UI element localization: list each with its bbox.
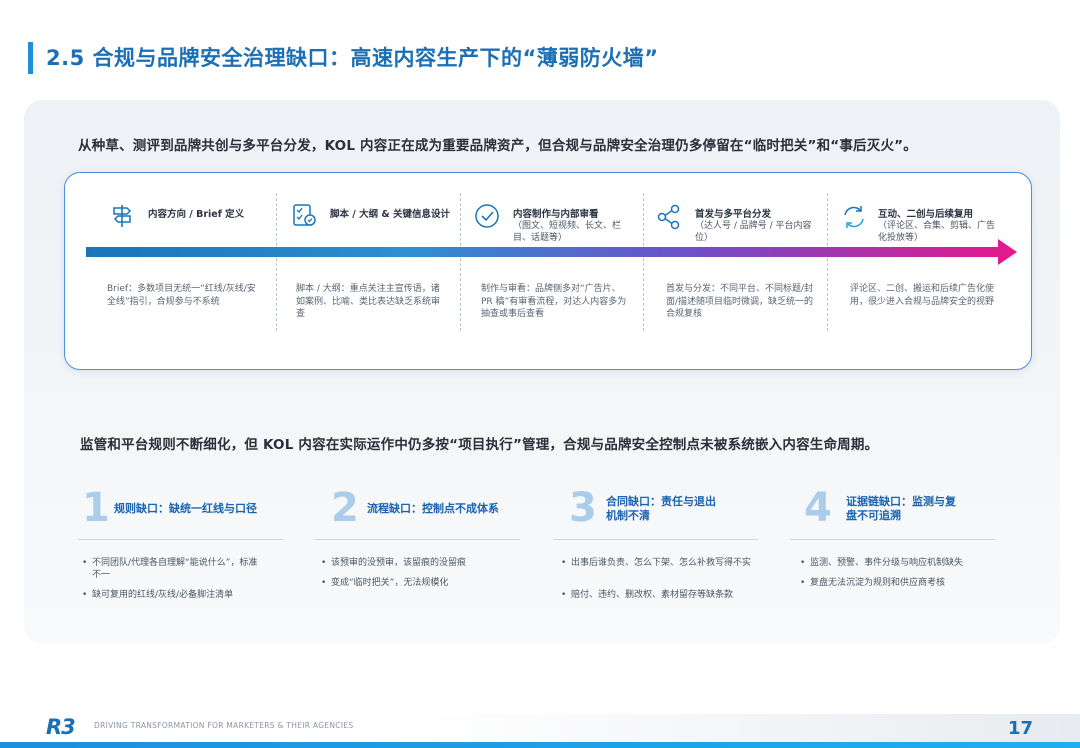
gap-1-item-1-text: 不同团队/代理各自理解“能说什么”，标准不一: [92, 558, 258, 580]
stage-2-title: 脚本 / 大纲 & 关键信息设计: [330, 209, 450, 220]
gap-1-number: 1: [82, 485, 110, 531]
gap-3-number: 3: [569, 485, 597, 531]
stage-1-desc: Brief：多数项目无统一“红线/灰线/安全线”指引，合规参与不系统: [107, 284, 256, 307]
gap-2-item-1-text: 该预审的没预审，该留痕的没留痕: [331, 558, 467, 568]
gap-3-item-2-text: 赔付、违约、删改权、素材留存等缺条款: [571, 590, 734, 600]
signpost-icon: [108, 201, 136, 233]
title-accent-bar: [28, 42, 33, 74]
check-circle-icon: [474, 203, 502, 235]
gap-2-number: 2: [331, 485, 359, 531]
stage-4-desc: 首发与分发：不同平台、不同标题/封面/描述随项目临时微调，缺乏统一的合规复核: [666, 284, 814, 319]
checklist-icon: [290, 201, 318, 233]
footer-band: [420, 714, 1080, 742]
stage-3-desc: 制作与审看：品牌侧多对“广告片、PR 稿”有审看流程，对达人内容多为抽查或事后查…: [481, 284, 627, 319]
stage-5-desc: 评论区、二创、搬运和后续广告化使用，很少进入合规与品牌安全的视野: [850, 284, 995, 307]
lead-statement: 从种草、测评到品牌共创与多平台分发，KOL 内容正在成为重要品牌资产，但合规与品…: [78, 138, 917, 154]
footer-accent-line: [0, 742, 1080, 748]
stage-1-title: 内容方向 / Brief 定义: [148, 209, 245, 220]
gap-4-number: 4: [804, 485, 832, 531]
gap-3-item-1-text: 出事后谁负责、怎么下架、怎么补救写得不实: [571, 558, 752, 568]
lifecycle-flow-card: [64, 172, 1032, 370]
gap-3-item-1: • 出事后谁负责、怎么下架、怎么补救写得不实: [561, 558, 752, 568]
gap-1-divider: [78, 539, 283, 540]
gap-2-title: 流程缺口：控制点不成体系: [367, 502, 499, 515]
gap-4-title: 证据链缺口：监测与复盘不可追溯: [846, 495, 956, 522]
gap-4-item-2-text: 复盘无法沉淀为规则和供应商考核: [810, 578, 946, 588]
gap-3-item-2: • 赔付、违约、删改权、素材留存等缺条款: [561, 590, 734, 600]
gap-4-item-1: • 监测、预警、事件分级与响应机制缺失: [800, 558, 964, 568]
page-title: 2.5 合规与品牌安全治理缺口：高速内容生产下的“薄弱防火墙”: [46, 46, 659, 70]
brand-logo: R3: [46, 715, 76, 739]
refresh-icon: [840, 203, 868, 235]
gap-2-divider: [315, 539, 520, 540]
footer-tagline: DRIVING TRANSFORMATION FOR MARKETERS & T…: [94, 721, 354, 730]
gap-4-divider: [790, 539, 995, 540]
gap-1-item-1: • 不同团队/代理各自理解“能说什么”，标准不一: [82, 558, 258, 580]
lifecycle-arrow: [86, 238, 1018, 266]
stage-2-desc: 脚本 / 大纲：重点关注主宣传语，诸如案例、比喻、类比表达缺乏系统审查: [296, 284, 441, 319]
gap-1-item-2: • 缺可复用的红线/灰线/必备脚注清单: [82, 590, 234, 600]
gap-1-item-2-text: 缺可复用的红线/灰线/必备脚注清单: [92, 590, 234, 600]
gap-2-item-1: • 该预审的没预审，该留痕的没留痕: [321, 558, 467, 568]
share-icon: [655, 203, 683, 235]
gap-4-item-2: • 复盘无法沉淀为规则和供应商考核: [800, 578, 946, 588]
gap-3-divider: [553, 539, 758, 540]
page-number: 17: [1008, 718, 1034, 739]
gap-3-title: 合同缺口：责任与退出机制不清: [606, 495, 716, 522]
gap-2-item-2-text: 变成“临时把关”，无法规模化: [331, 578, 449, 588]
gap-1-title: 规则缺口：缺统一红线与口径: [114, 502, 257, 515]
gap-2-item-2: • 变成“临时把关”，无法规模化: [321, 578, 449, 588]
gap-4-item-1-text: 监测、预警、事件分级与响应机制缺失: [810, 558, 964, 568]
sub-statement: 监管和平台规则不断细化，但 KOL 内容在实际运作中仍多按“项目执行”管理，合规…: [80, 437, 879, 453]
